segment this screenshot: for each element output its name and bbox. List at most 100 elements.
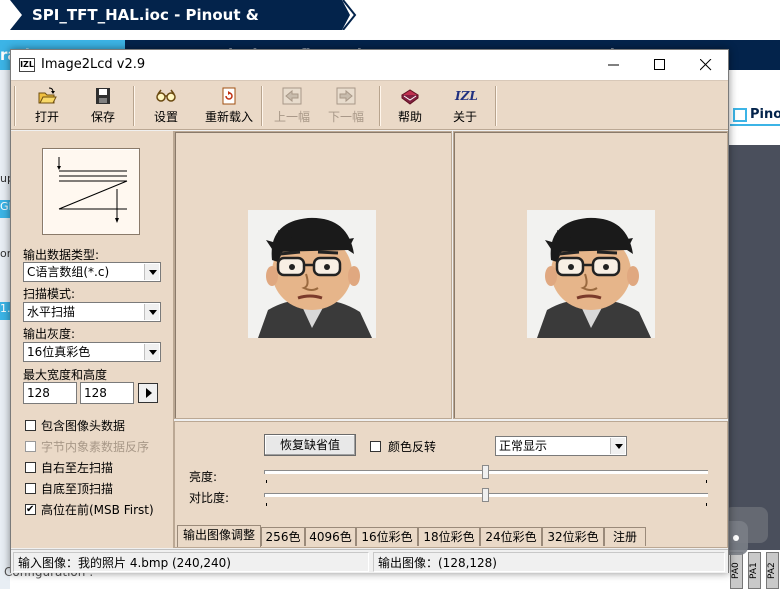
arrow-left-icon xyxy=(282,87,302,105)
contrast-slider-thumb[interactable] xyxy=(482,488,489,502)
max-width-input[interactable]: 128 xyxy=(23,382,77,404)
toolbar: 打开 保存 设置 重新载入 上一幅 下一幅 帮助 IZL 关于 xyxy=(11,80,728,130)
pinout-tab-label: Pino xyxy=(750,107,780,122)
output-image xyxy=(527,210,655,338)
invert-color-label: 颜色反转 xyxy=(388,440,437,454)
output-image-pane xyxy=(453,131,728,419)
checkbox-box[interactable] xyxy=(25,441,36,452)
chevron-down-icon[interactable] xyxy=(144,344,159,360)
slider-tick xyxy=(266,480,267,483)
contrast-label: 对比度: xyxy=(189,491,230,505)
caricature-portrait xyxy=(248,210,376,338)
previous-image-label: 上一幅 xyxy=(273,110,310,124)
open-button[interactable]: 打开 xyxy=(25,84,69,128)
tab-register[interactable]: 注册 xyxy=(604,527,646,546)
settings-button[interactable]: 设置 xyxy=(144,84,188,128)
checkbox-box[interactable] xyxy=(25,483,36,494)
chevron-down-icon[interactable] xyxy=(144,304,159,320)
gray-level-select[interactable]: 16位真彩色 xyxy=(23,342,161,362)
scan-right-to-left-label: 自右至左扫描 xyxy=(41,461,114,475)
msb-first-label: 高位在前(MSB First) xyxy=(41,503,154,517)
minimize-button[interactable] xyxy=(591,50,637,80)
save-label: 保存 xyxy=(90,110,115,124)
input-image-status: 输入图像：我的照片 4.bmp (240,240) xyxy=(13,552,369,572)
glasses-icon xyxy=(156,89,176,102)
tab-16bit-color[interactable]: 16位彩色 xyxy=(356,527,418,546)
max-height-input[interactable]: 128 xyxy=(80,382,134,404)
sidebar-fragment[interactable]: 1. xyxy=(0,302,10,320)
toolbar-grip xyxy=(14,86,16,126)
about-logo-icon: IZL xyxy=(455,89,478,103)
close-icon xyxy=(700,59,712,71)
window-title: Image2Lcd v2.9 xyxy=(41,57,146,72)
output-image-status: 输出图像：(128,128) xyxy=(373,552,725,572)
maximize-icon xyxy=(654,59,665,70)
chevron-down-icon[interactable] xyxy=(610,438,625,454)
breadcrumb[interactable]: SPI_TFT_HAL.ioc - Pinout & Configuration xyxy=(0,0,350,30)
reverse-pixel-order-label: 字节内象素数据反序 xyxy=(41,440,150,454)
title-bar[interactable]: IZL Image2Lcd v2.9 xyxy=(11,50,728,80)
slider-tick xyxy=(706,480,707,483)
help-label: 帮助 xyxy=(397,110,422,124)
tab-4096-color[interactable]: 4096色 xyxy=(305,527,356,546)
maximize-button[interactable] xyxy=(637,50,683,80)
toolbar-separator xyxy=(379,86,381,126)
chevron-down-icon[interactable] xyxy=(144,264,159,280)
sidebar-fragment[interactable]: GP xyxy=(0,200,10,218)
checkbox-box[interactable] xyxy=(25,462,36,473)
arrow-right-icon xyxy=(336,87,356,105)
minimize-icon xyxy=(608,64,619,66)
next-image-button[interactable]: 下一幅 xyxy=(323,84,369,128)
scan-direction-preview xyxy=(42,148,140,235)
sidebar-fragment[interactable]: up xyxy=(0,172,10,185)
app-logo-icon: IZL xyxy=(19,58,35,72)
input-image-pane xyxy=(174,131,452,419)
tab-output-adjust[interactable]: 输出图像调整 xyxy=(177,525,261,547)
tab-256-color[interactable]: 256色 xyxy=(261,527,305,546)
gray-level-label: 输出灰度: xyxy=(23,327,76,341)
about-button[interactable]: IZL 关于 xyxy=(443,84,487,128)
color-tabs: 输出图像调整 256色 4096色 16位彩色 18位彩色 24位彩色 32位彩… xyxy=(175,525,729,547)
about-label: 关于 xyxy=(452,110,477,124)
brightness-label: 亮度: xyxy=(189,470,218,484)
pinout-view xyxy=(728,145,780,550)
open-label: 打开 xyxy=(34,110,59,124)
checkbox-box[interactable] xyxy=(370,441,381,452)
display-mode-value: 正常显示 xyxy=(499,439,548,453)
reload-button[interactable]: 重新载入 xyxy=(201,84,257,128)
image2lcd-window: IZL Image2Lcd v2.9 打开 保存 设置 重新载入 上一幅 下一幅… xyxy=(10,49,729,573)
reload-icon xyxy=(222,87,236,105)
tab-32bit-color[interactable]: 32位彩色 xyxy=(542,527,604,546)
tab-18bit-color[interactable]: 18位彩色 xyxy=(418,527,480,546)
output-adjust-panel: 恢复缺省值 颜色反转 正常显示 亮度: 对比度: 输出图像调整 256色 409… xyxy=(174,421,728,548)
next-image-label: 下一幅 xyxy=(327,110,364,124)
tab-24bit-color[interactable]: 24位彩色 xyxy=(480,527,542,546)
display-mode-select[interactable]: 正常显示 xyxy=(495,436,627,456)
scan-direction-icon xyxy=(57,157,128,223)
sidebar-fragment[interactable]: orc xyxy=(0,247,10,260)
status-bar: 输入图像：我的照片 4.bmp (240,240) 输出图像：(128,128) xyxy=(11,549,728,573)
apply-size-button[interactable] xyxy=(138,383,158,403)
help-book-icon xyxy=(401,89,419,105)
brightness-slider-thumb[interactable] xyxy=(482,465,489,479)
checkbox-box[interactable] xyxy=(25,420,36,431)
scan-mode-select[interactable]: 水平扫描 xyxy=(23,302,161,322)
max-size-label: 最大宽度和高度 xyxy=(23,368,108,382)
previous-image-button[interactable]: 上一幅 xyxy=(269,84,315,128)
checkbox-box[interactable] xyxy=(25,502,36,518)
save-button[interactable]: 保存 xyxy=(81,84,125,128)
breadcrumb-arrow-icon xyxy=(342,0,357,30)
cubemx-left-sidebar xyxy=(0,70,10,589)
restore-default-button[interactable]: 恢复缺省值 xyxy=(264,434,356,456)
help-button[interactable]: 帮助 xyxy=(388,84,432,128)
open-folder-icon xyxy=(38,87,57,104)
chip-icon xyxy=(733,108,747,122)
settings-label: 设置 xyxy=(153,110,178,124)
settings-panel: 输出数据类型: C语言数组(*.c) 扫描模式: 水平扫描 输出灰度: 16位真… xyxy=(11,131,174,548)
close-button[interactable] xyxy=(683,50,729,80)
output-type-select[interactable]: C语言数组(*.c) xyxy=(23,262,161,282)
reload-label: 重新载入 xyxy=(204,110,253,124)
toolbar-separator xyxy=(495,86,497,126)
caricature-portrait xyxy=(527,210,655,338)
input-image xyxy=(248,210,376,338)
